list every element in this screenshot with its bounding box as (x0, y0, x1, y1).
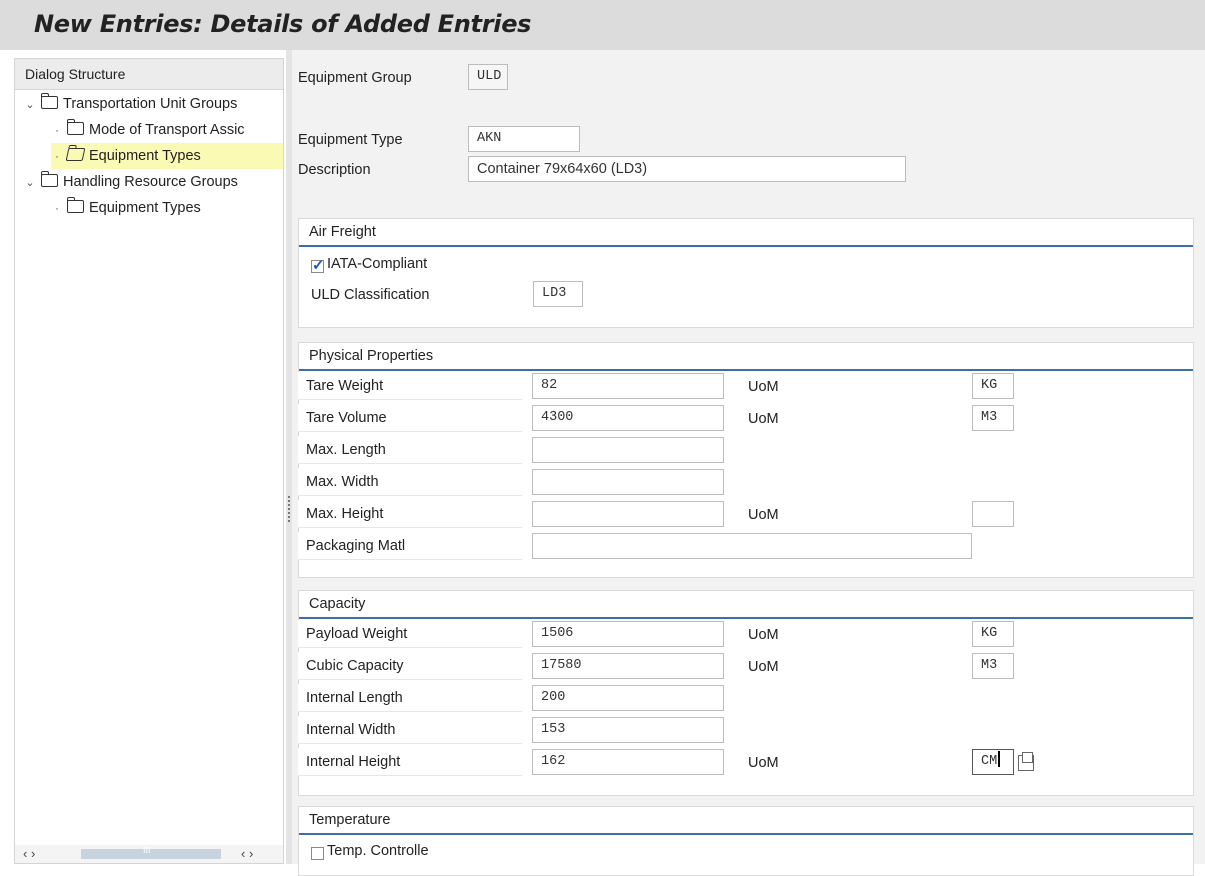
open-folder-icon (65, 148, 86, 161)
tree-node-equipment-types-selected[interactable]: · Equipment Types (51, 143, 283, 169)
scroll-right-arrows[interactable]: ‹ › (241, 845, 253, 863)
payload-weight-uom-field[interactable]: KG (972, 621, 1014, 647)
max-height-uom-field[interactable] (972, 501, 1014, 527)
splitter-grip[interactable] (288, 496, 290, 522)
equipment-type-field[interactable]: AKN (468, 126, 580, 152)
page-title: New Entries: Details of Added Entries (34, 10, 532, 38)
bullet-icon: · (55, 149, 59, 163)
scroll-left-arrows[interactable]: ‹ › (23, 845, 35, 863)
chevron-down-icon[interactable]: ⌄ (23, 170, 37, 195)
tree-node-transportation-unit-groups[interactable]: ⌄ Transportation Unit Groups (23, 91, 283, 117)
text-cursor (998, 751, 1001, 767)
folder-icon (40, 93, 58, 109)
tree-node-label: Transportation Unit Groups (63, 96, 238, 112)
temp-controlled-label: Temp. Controlle (327, 843, 429, 859)
equipment-group-field[interactable]: ULD (468, 64, 508, 90)
uld-classification-label: ULD Classification (311, 287, 430, 303)
tare-volume-field[interactable]: 4300 (532, 405, 724, 431)
dialog-structure-header: Dialog Structure (15, 59, 283, 90)
max-width-label: Max. Width (298, 468, 522, 496)
horizontal-scrollbar[interactable]: ‹ › III ‹ › (15, 845, 283, 863)
dialog-structure-panel: Dialog Structure ⌄ Transportation Unit Gr… (14, 58, 284, 864)
folder-icon (66, 197, 84, 213)
internal-height-field[interactable]: 162 (532, 749, 724, 775)
description-label: Description (298, 162, 371, 178)
equipment-group-label: Equipment Group (298, 70, 412, 86)
cubic-capacity-uom-label: UoM (748, 659, 779, 675)
details-panel: Equipment Group ULD Equipment Type AKN D… (292, 50, 1205, 876)
payload-weight-field[interactable]: 1506 (532, 621, 724, 647)
internal-height-label: Internal Height (298, 748, 522, 776)
max-height-label: Max. Height (298, 500, 522, 528)
tree-node-label: Mode of Transport Assic (89, 122, 245, 138)
payload-weight-label: Payload Weight (298, 620, 522, 648)
air-freight-section: Air Freight ✓ IATA-Compliant ULD Classif… (298, 218, 1194, 328)
cubic-capacity-label: Cubic Capacity (298, 652, 522, 680)
title-bar: New Entries: Details of Added Entries (0, 0, 1205, 50)
physical-properties-title: Physical Properties (299, 343, 1193, 371)
tare-weight-field[interactable]: 82 (532, 373, 724, 399)
tare-weight-uom-field[interactable]: KG (972, 373, 1014, 399)
tree-node-mode-of-transport[interactable]: · Mode of Transport Assic (51, 117, 283, 143)
tare-weight-label: Tare Weight (298, 372, 522, 400)
tree-node-label: Equipment Types (89, 200, 201, 216)
internal-width-label: Internal Width (298, 716, 522, 744)
uld-classification-field[interactable]: LD3 (533, 281, 583, 307)
cubic-capacity-field[interactable]: 17580 (532, 653, 724, 679)
packaging-matl-field[interactable] (532, 533, 972, 559)
internal-height-uom-value: CM (981, 754, 998, 769)
description-field[interactable]: Container 79x64x60 (LD3) (468, 156, 906, 182)
folder-icon (66, 119, 84, 135)
checkmark-icon: ✓ (312, 257, 325, 274)
bullet-icon: · (55, 201, 59, 215)
tare-weight-uom-label: UoM (748, 379, 779, 395)
scroll-thumb[interactable]: III (81, 845, 221, 859)
max-width-field[interactable] (532, 469, 724, 495)
internal-height-uom-field[interactable]: CM (972, 749, 1014, 775)
equipment-type-label: Equipment Type (298, 132, 403, 148)
temp-controlled-checkbox[interactable] (311, 847, 324, 860)
tree-node-equipment-types[interactable]: · Equipment Types (51, 195, 283, 221)
internal-length-label: Internal Length (298, 684, 522, 712)
tree-node-label: Handling Resource Groups (63, 174, 238, 190)
air-freight-title: Air Freight (299, 219, 1193, 247)
max-height-uom-label: UoM (748, 507, 779, 523)
max-length-label: Max. Length (298, 436, 522, 464)
folder-icon (40, 171, 58, 187)
payload-weight-uom-label: UoM (748, 627, 779, 643)
value-help-icon[interactable] (1018, 752, 1034, 771)
scroll-thumb-grip: III (143, 845, 151, 855)
bullet-icon: · (55, 123, 59, 137)
iata-compliant-label: IATA-Compliant (327, 256, 428, 272)
max-height-field[interactable] (532, 501, 724, 527)
internal-width-field[interactable]: 153 (532, 717, 724, 743)
tare-volume-uom-field[interactable]: M3 (972, 405, 1014, 431)
tree-node-label: Equipment Types (89, 148, 201, 164)
temperature-title: Temperature (299, 807, 1193, 835)
iata-compliant-checkbox[interactable]: ✓ (311, 257, 325, 274)
chevron-down-icon[interactable]: ⌄ (23, 92, 37, 117)
max-length-field[interactable] (532, 437, 724, 463)
internal-height-uom-label: UoM (748, 755, 779, 771)
temperature-section: Temperature Temp. Controlle (298, 806, 1194, 876)
cubic-capacity-uom-field[interactable]: M3 (972, 653, 1014, 679)
tare-volume-label: Tare Volume (298, 404, 522, 432)
tree-node-handling-resource-groups[interactable]: ⌄ Handling Resource Groups (23, 169, 283, 195)
capacity-title: Capacity (299, 591, 1193, 619)
internal-length-field[interactable]: 200 (532, 685, 724, 711)
packaging-matl-label: Packaging Matl (298, 532, 522, 560)
tare-volume-uom-label: UoM (748, 411, 779, 427)
